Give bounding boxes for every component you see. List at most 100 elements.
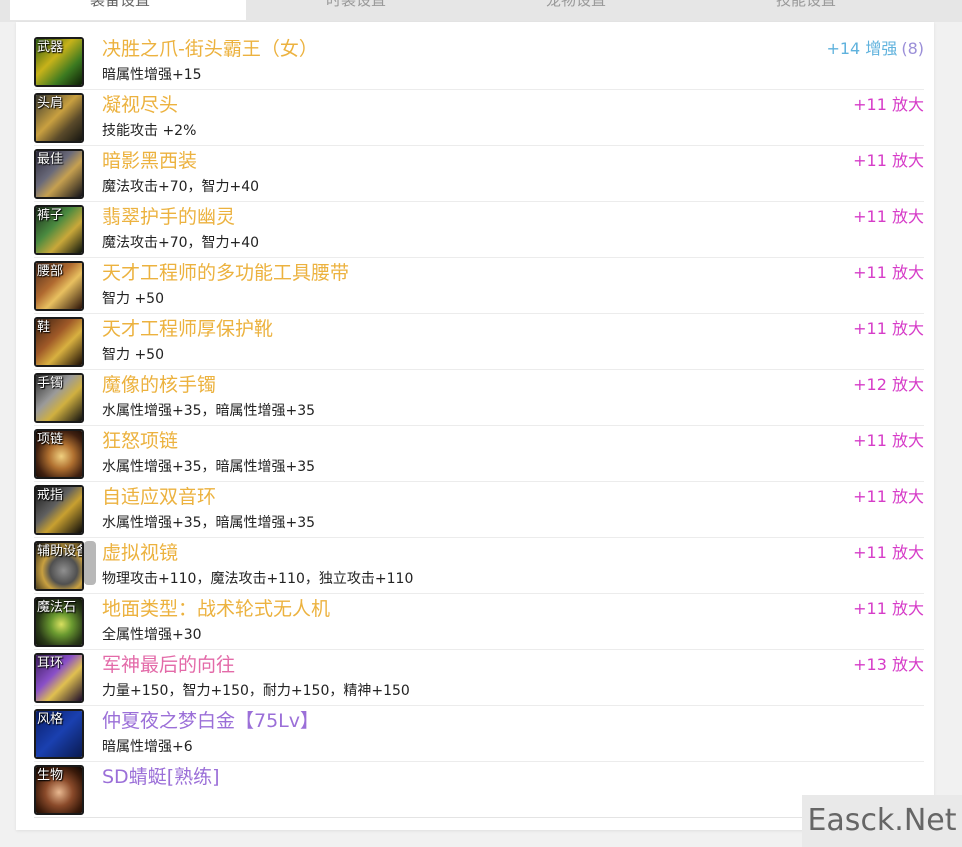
item-stat: 智力 +50	[102, 347, 164, 363]
item-stat: 全属性增强+30	[102, 627, 202, 643]
enhancement-value: +11 放大	[853, 95, 924, 114]
enhancement-value: +11 放大	[853, 599, 924, 618]
item-stat: 暗属性增强+15	[102, 67, 202, 83]
enhancement-level: +11 放大	[853, 93, 924, 117]
item-name[interactable]: 凝视尽头	[102, 92, 178, 118]
slot-label: 头肩	[37, 96, 64, 111]
item-name[interactable]: SD蜻蜓[熟练]	[102, 764, 220, 790]
equipment-row[interactable]: 风格 仲夏夜之梦白金【75Lv】暗属性增强+6	[34, 706, 924, 762]
item-icon[interactable]: 裤子	[34, 205, 84, 255]
tab-fashion[interactable]: 时装设置	[246, 0, 466, 20]
slot-label: 武器	[37, 40, 64, 55]
enhancement-value: +11 放大	[853, 431, 924, 450]
slot-label: 风格	[37, 712, 64, 727]
enhancement-level: +11 放大	[853, 205, 924, 229]
enhancement-value: +11 放大	[853, 151, 924, 170]
item-stat: 力量+150，智力+150，耐力+150，精神+150	[102, 683, 410, 699]
equipment-row[interactable]: 生物 SD蜻蜓[熟练]	[34, 762, 924, 818]
item-stat: 水属性增强+35，暗属性增强+35	[102, 403, 316, 419]
item-icon[interactable]: 风格	[34, 709, 84, 759]
equipment-row[interactable]: 戒指 自适应双音环水属性增强+35，暗属性增强+35 +11 放大	[34, 482, 924, 538]
item-icon[interactable]: 戒指	[34, 485, 84, 535]
enhancement-value: +11 放大	[853, 207, 924, 226]
tab-equipment[interactable]: 装备设置	[10, 0, 246, 20]
equipment-row[interactable]: 项链 狂怒项链水属性增强+35，暗属性增强+35 +11 放大	[34, 426, 924, 482]
item-name[interactable]: 魔像的核手镯	[102, 372, 216, 398]
item-icon[interactable]: 头肩	[34, 93, 84, 143]
item-name[interactable]: 仲夏夜之梦白金【75Lv】	[102, 708, 319, 734]
enhancement-level: +13 放大	[853, 653, 924, 677]
item-name[interactable]: 翡翠护手的幽灵	[102, 204, 235, 230]
enhancement-value: +11 放大	[853, 263, 924, 282]
enhancement-level: +11 放大	[853, 597, 924, 621]
item-stat: 水属性增强+35，暗属性增强+35	[102, 515, 316, 531]
slot-label: 鞋	[37, 320, 51, 335]
top-tab-bar: 装备设置 时装设置 宠物设置 技能设置	[0, 0, 962, 22]
enhancement-count: (8)	[901, 39, 924, 58]
equipment-row[interactable]: 裤子 翡翠护手的幽灵魔法攻击+70，智力+40 +11 放大	[34, 202, 924, 258]
equipment-row[interactable]: 武器 决胜之爪-街头霸王（女） 暗属性增强+15 +14 增强 (8)	[34, 34, 924, 90]
equipment-row[interactable]: 最佳 暗影黑西装魔法攻击+70，智力+40 +11 放大	[34, 146, 924, 202]
slot-label: 最佳	[37, 152, 64, 167]
slot-label: 戒指	[37, 488, 64, 503]
item-icon[interactable]: 最佳	[34, 149, 84, 199]
enhancement-level: +11 放大	[853, 429, 924, 453]
item-stat: 暗属性增强+6	[102, 739, 193, 755]
enhancement-level: +11 放大	[853, 149, 924, 173]
slot-label: 裤子	[37, 208, 64, 223]
equipment-row[interactable]: 手镯 魔像的核手镯水属性增强+35，暗属性增强+35 +12 放大	[34, 370, 924, 426]
equipment-row[interactable]: 腰部 天才工程师的多功能工具腰带智力 +50 +11 放大	[34, 258, 924, 314]
item-icon[interactable]: 手镯	[34, 373, 84, 423]
slot-label: 耳环	[37, 656, 64, 671]
equipment-row[interactable]: 耳环 军神最后的向往力量+150，智力+150，耐力+150，精神+150 +13 …	[34, 650, 924, 706]
tab-pet[interactable]: 宠物设置	[466, 0, 696, 20]
item-name[interactable]: 自适应双音环	[102, 484, 216, 510]
slot-label: 魔法石	[37, 600, 77, 615]
item-stat: 物理攻击+110，魔法攻击+110，独立攻击+110	[102, 571, 414, 587]
enhancement-value: +11 放大	[853, 487, 924, 506]
item-stat: 技能攻击 +2%	[102, 123, 197, 139]
item-name[interactable]: 地面类型：战术轮式无人机	[102, 596, 330, 622]
slot-label: 腰部	[37, 264, 64, 279]
item-icon[interactable]: 生物	[34, 765, 84, 815]
enhancement-level: +12 放大	[853, 373, 924, 397]
enhancement-value: +11 放大	[853, 319, 924, 338]
slot-label: 辅助设备	[37, 544, 84, 559]
item-name[interactable]: 暗影黑西装	[102, 148, 197, 174]
item-name[interactable]: 军神最后的向往	[102, 652, 235, 678]
item-icon[interactable]: 魔法石	[34, 597, 84, 647]
enhancement-value: +14 增强	[826, 39, 898, 58]
item-icon[interactable]: 武器	[34, 37, 84, 87]
item-name[interactable]: 决胜之爪-街头霸王（女）	[102, 36, 318, 62]
item-stat: 智力 +50	[102, 291, 164, 307]
enhancement-level: +11 放大	[853, 541, 924, 565]
equipment-row[interactable]: 魔法石 地面类型：战术轮式无人机全属性增强+30 +11 放大	[34, 594, 924, 650]
item-icon[interactable]: 耳环	[34, 653, 84, 703]
enhancement-level: +14 增强 (8)	[826, 37, 924, 61]
item-name[interactable]: 天才工程师厚保护靴	[102, 316, 273, 342]
equipment-row[interactable]: 辅助设备 虚拟视镜物理攻击+110，魔法攻击+110，独立攻击+110 +11 放大	[34, 538, 924, 594]
watermark: Easck.Net	[802, 795, 962, 847]
item-stat: 水属性增强+35，暗属性增强+35	[102, 459, 316, 475]
item-icon[interactable]: 辅助设备	[34, 541, 84, 591]
item-icon[interactable]: 腰部	[34, 261, 84, 311]
item-icon[interactable]: 项链	[34, 429, 84, 479]
equipment-row[interactable]: 鞋 天才工程师厚保护靴智力 +50 +11 放大	[34, 314, 924, 370]
item-icon[interactable]: 鞋	[34, 317, 84, 367]
item-name[interactable]: 狂怒项链	[102, 428, 178, 454]
enhancement-value: +13 放大	[853, 655, 924, 674]
item-name[interactable]: 虚拟视镜	[102, 540, 178, 566]
equipment-list: 武器 决胜之爪-街头霸王（女） 暗属性增强+15 +14 增强 (8) 头肩 凝视尽头技能攻…	[34, 34, 924, 818]
enhancement-level: +11 放大	[853, 485, 924, 509]
enhancement-value: +12 放大	[853, 375, 924, 394]
enhancement-level: +11 放大	[853, 261, 924, 285]
equipment-row[interactable]: 头肩 凝视尽头技能攻击 +2% +11 放大	[34, 90, 924, 146]
enhancement-level: +11 放大	[853, 317, 924, 341]
tab-skill[interactable]: 技能设置	[696, 0, 936, 20]
scrollbar-thumb[interactable]	[84, 541, 96, 585]
item-stat: 魔法攻击+70，智力+40	[102, 179, 260, 195]
item-stat: 魔法攻击+70，智力+40	[102, 235, 260, 251]
slot-label: 项链	[37, 432, 64, 447]
item-name[interactable]: 天才工程师的多功能工具腰带	[102, 260, 349, 286]
slot-label: 生物	[37, 768, 64, 783]
